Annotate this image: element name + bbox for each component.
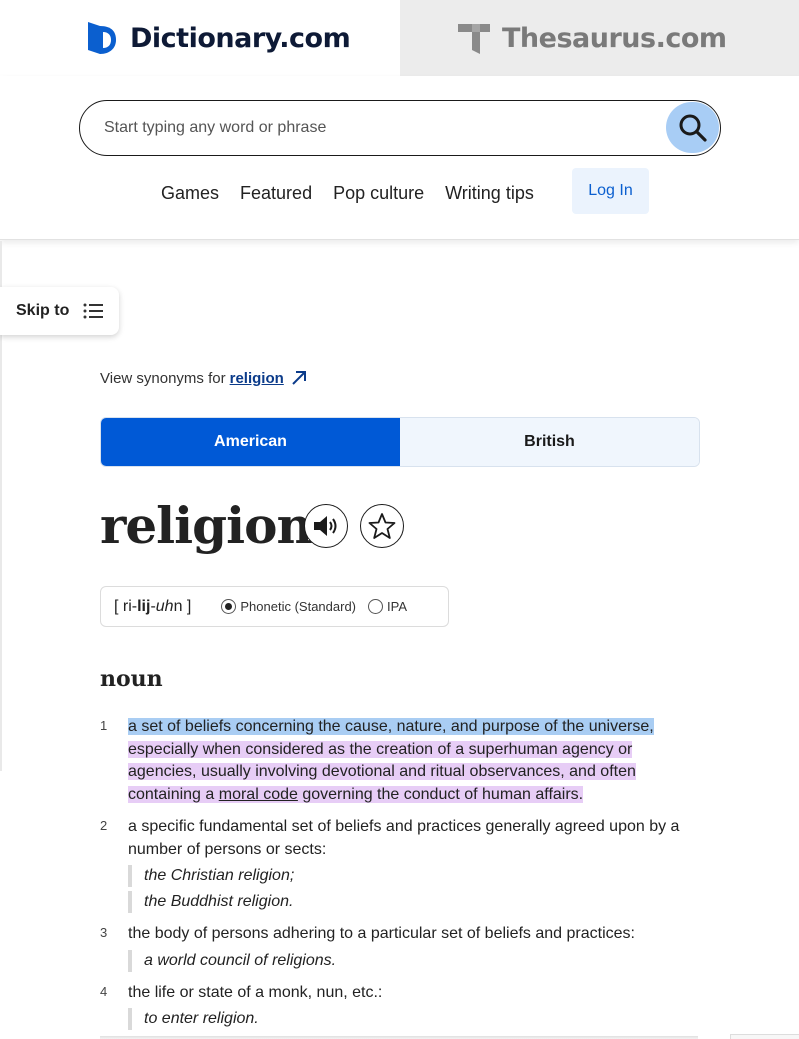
example-sentence: the Buddhist religion. [128, 891, 700, 913]
view-synonyms-prefix: View synonyms for [100, 369, 226, 387]
view-synonyms: View synonyms for religion [100, 369, 308, 387]
ipa-radio-dot [368, 599, 383, 614]
definition-item: 4 the life or state of a monk, nun, etc.… [100, 982, 700, 1030]
phonetic-radio-label: Phonetic (Standard) [240, 599, 356, 614]
speaker-icon [314, 516, 337, 536]
recaptcha-badge [730, 1034, 799, 1039]
search-icon [679, 114, 707, 142]
nav-games[interactable]: Games [161, 182, 219, 204]
definition-number: 1 [100, 718, 108, 733]
search-button[interactable] [666, 102, 719, 153]
definition-list: 1 a set of beliefs concerning the cause,… [100, 716, 700, 1039]
pronunciation-box: [ ri-lij-uhn ] Phonetic (Standard) IPA [100, 586, 449, 627]
star-icon [368, 513, 396, 539]
definition-text: the body of persons adhering to a partic… [128, 925, 635, 942]
definition-number: 2 [100, 818, 108, 833]
thesaurus-logo-icon [458, 24, 490, 54]
part-of-speech: noun [100, 666, 163, 692]
login-button[interactable]: Log In [572, 168, 649, 214]
site-header: Games Featured Pop culture Writing tips … [0, 76, 799, 240]
thesaurus-brand: Thesaurus.com [502, 22, 727, 54]
skip-to-button[interactable]: Skip to [0, 287, 119, 335]
definition-item: 2 a specific fundamental set of beliefs … [100, 816, 700, 913]
nav-writing-tips[interactable]: Writing tips [445, 182, 534, 204]
list-icon [83, 303, 104, 319]
definition-number: 3 [100, 925, 108, 940]
search-bar [79, 100, 721, 156]
example-sentence: the Christian religion; [128, 865, 700, 887]
dictionary-logo-icon [88, 22, 116, 54]
definition-number: 4 [100, 983, 108, 999]
definition-text: a specific fundamental set of beliefs an… [128, 818, 680, 858]
definition-item: 3 the body of persons adhering to a part… [100, 923, 700, 972]
main-nav: Games Featured Pop culture Writing tips [161, 182, 555, 204]
external-arrow-icon[interactable] [290, 369, 308, 387]
tab-thesaurus[interactable]: Thesaurus.com [400, 0, 799, 76]
site-tabs: Dictionary.com Thesaurus.com [0, 0, 799, 76]
tab-dictionary[interactable]: Dictionary.com [0, 0, 400, 76]
nav-pop-culture[interactable]: Pop culture [333, 182, 424, 204]
headword: religion [100, 496, 313, 555]
dictionary-brand: Dictionary.com [130, 22, 351, 54]
nav-featured[interactable]: Featured [240, 182, 312, 204]
ipa-radio[interactable]: IPA [368, 599, 407, 614]
definition-text: a set of beliefs concerning the cause, n… [128, 718, 654, 803]
skip-to-label: Skip to [16, 302, 70, 319]
audio-button[interactable] [304, 504, 348, 548]
synonyms-link[interactable]: religion [230, 370, 284, 387]
dialect-toggle: American British [100, 417, 700, 467]
pronunciation-text: [ ri-lij-uhn ] [114, 597, 192, 615]
definition-item: 1 a set of beliefs concerning the cause,… [100, 716, 700, 806]
phonetic-radio[interactable]: Phonetic (Standard) [221, 599, 356, 614]
moral-code-link[interactable]: moral code [219, 786, 298, 803]
ipa-radio-label: IPA [387, 599, 407, 614]
favorite-button[interactable] [360, 504, 404, 548]
example-sentence: to enter religion. [128, 1008, 700, 1030]
search-input[interactable] [104, 115, 644, 141]
phonetic-radio-dot [221, 599, 237, 614]
definition-text: the life or state of a monk, nun, etc.: [128, 983, 383, 1001]
dialect-american[interactable]: American [101, 418, 400, 466]
dialect-british[interactable]: British [400, 418, 699, 466]
example-sentence: a world council of religions. [128, 949, 700, 972]
